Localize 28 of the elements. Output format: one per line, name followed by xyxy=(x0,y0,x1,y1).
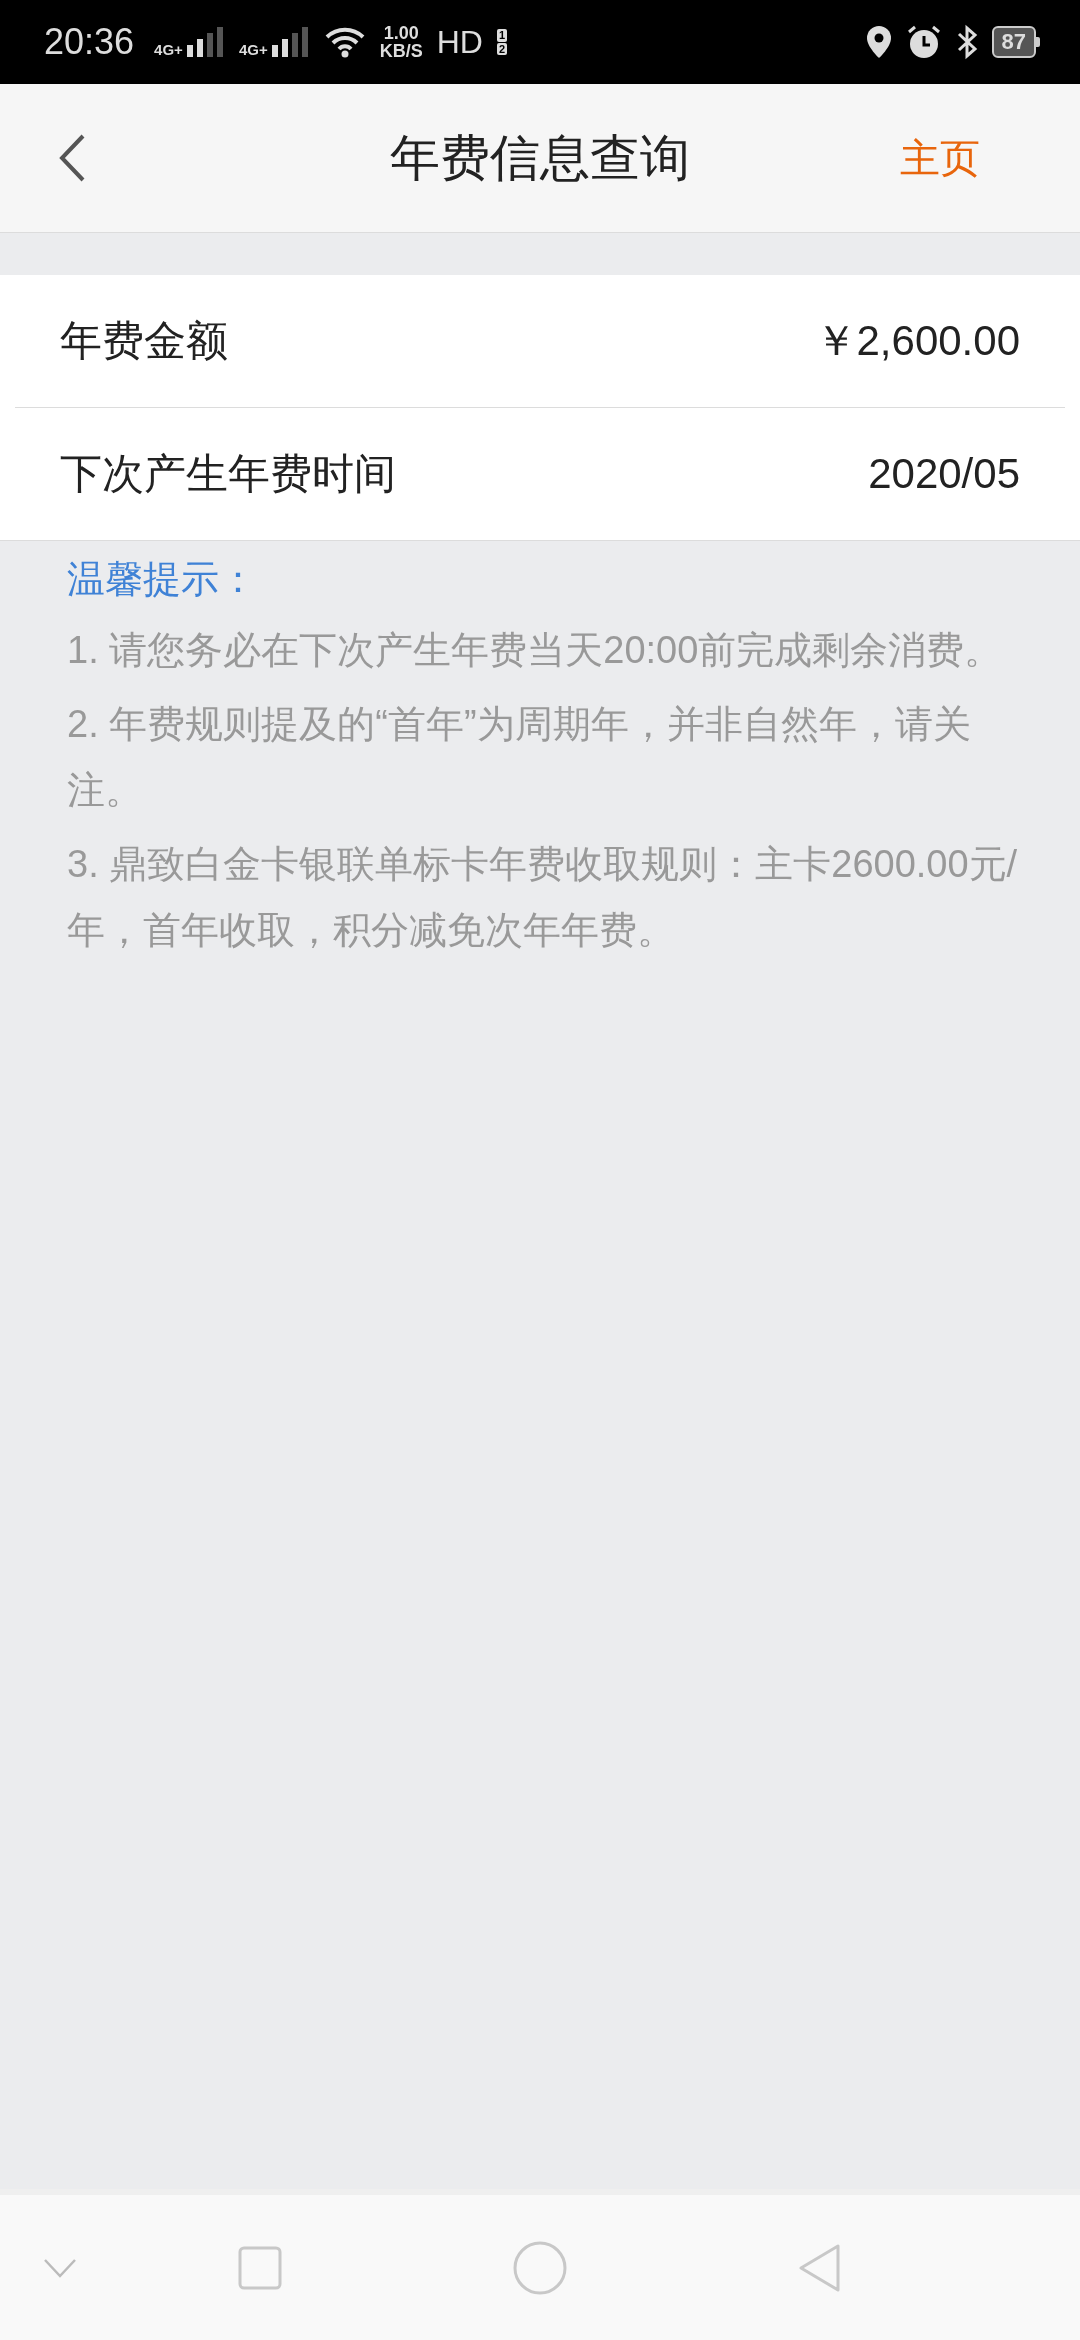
bluetooth-icon xyxy=(955,24,978,60)
signal-icon xyxy=(269,27,310,57)
tip-text: 3. 鼎致白金卡银联单标卡年费收取规则：主卡2600.00元/年，首年收取，积分减免次年年费。 xyxy=(67,842,1019,953)
location-icon xyxy=(865,25,892,59)
info-label: 年费金额 xyxy=(60,316,228,366)
info-value: 2020/05 xyxy=(868,450,1020,498)
speed-unit: KB/S xyxy=(379,42,423,60)
alarm-icon xyxy=(905,24,942,60)
tip-text: 2. 年费规则提及的“首年”为周期年，并非自然年，请关注。 xyxy=(67,702,972,813)
wifi-icon xyxy=(323,26,366,58)
hd-label: HD xyxy=(436,23,483,61)
recents-button[interactable] xyxy=(238,2245,282,2290)
tip-text: 1. 请您务必在下次产生年费当天20:00前完成剩余消费。 xyxy=(67,628,1004,673)
tips-title: 温馨提示： xyxy=(67,557,258,602)
info-label: 下次产生年费时间 xyxy=(60,449,396,499)
sim-slot-label: 2 xyxy=(496,42,507,55)
home-button[interactable] xyxy=(513,2240,567,2295)
back-nav-button[interactable] xyxy=(798,2242,842,2293)
sim-slot-label: 1 xyxy=(496,29,507,42)
network-label: 4G+ xyxy=(238,42,268,57)
home-link[interactable]: 主页 xyxy=(900,130,980,186)
battery-level: 87 xyxy=(991,26,1036,58)
network-label: 4G+ xyxy=(154,42,183,57)
speed-value: 1.00 xyxy=(383,24,419,42)
info-value: ￥2,600.00 xyxy=(814,316,1020,366)
status-time: 20:36 xyxy=(44,21,135,63)
page-title: 年费信息查询 xyxy=(389,128,691,188)
signal-icon xyxy=(184,27,225,57)
